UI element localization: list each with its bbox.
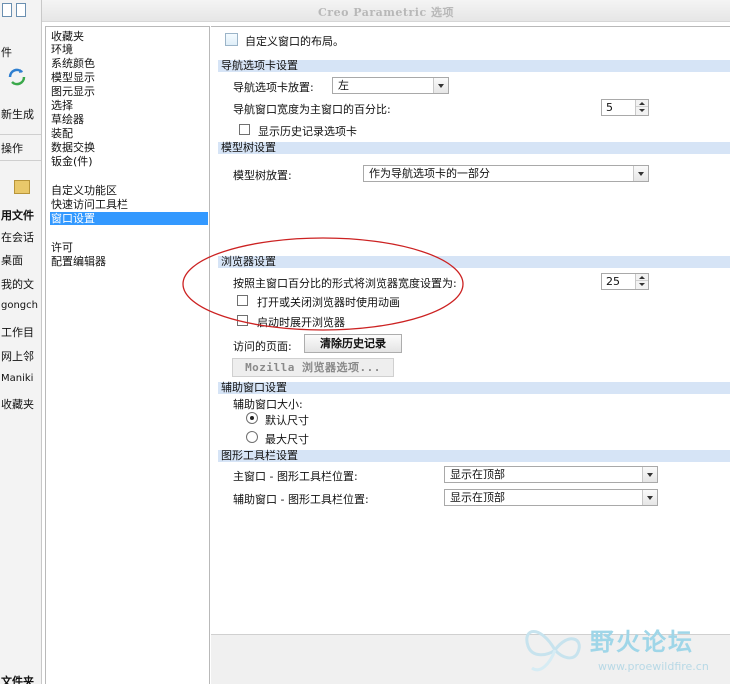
folder-item[interactable]: 工作目 — [1, 324, 34, 340]
regenerate-icon[interactable] — [6, 66, 28, 88]
category-item-model-display[interactable]: 模型显示 — [50, 71, 208, 84]
tree-position-label: 模型树放置: — [233, 169, 292, 182]
spin-down-icon[interactable] — [636, 107, 648, 114]
nav-position-label: 导航选项卡放置: — [233, 81, 314, 94]
dialog-titlebar: Creo Parametric 选项 — [42, 0, 730, 22]
regenerate-label[interactable]: 新生成 — [1, 106, 34, 122]
annotation-ellipse — [182, 237, 464, 331]
tree-position-select[interactable]: 作为导航选项卡的一部分 — [363, 165, 649, 182]
aux-toolbar-value: 显示在顶部 — [450, 491, 505, 504]
nav-width-label: 导航窗口宽度为主窗口的百分比: — [233, 103, 391, 116]
nav-width-spinner[interactable]: 5 — [601, 99, 649, 116]
chevron-down-icon[interactable] — [642, 467, 657, 482]
category-item-sheetmetal[interactable]: 钣金(件) — [50, 155, 208, 168]
chevron-down-icon[interactable] — [642, 490, 657, 505]
folder-tree-label: 文件夹 — [1, 675, 34, 684]
toolbar-section-header: 图形工具栏设置 — [218, 450, 730, 462]
main-toolbar-label: 主窗口 - 图形工具栏位置: — [233, 470, 358, 483]
category-item-window-settings[interactable]: 窗口设置 — [50, 212, 208, 225]
background-app-panel: 件 新生成 操作 用文件 在会话 桌面 我的文 gongch 工作目 网上邻 M… — [0, 0, 42, 684]
category-list: 收藏夹 环境 系统颜色 模型显示 图元显示 选择 草绘器 装配 数据交换 钣金(… — [45, 26, 210, 684]
category-item-data-exchange[interactable]: 数据交换 — [50, 141, 208, 154]
category-item-assembly[interactable]: 装配 — [50, 127, 208, 140]
mozilla-options-button[interactable]: Mozilla 浏览器选项... — [232, 358, 394, 377]
visited-pages-label: 访问的页面: — [233, 340, 292, 353]
clear-history-button[interactable]: 清除历史记录 — [304, 334, 402, 353]
nav-position-select[interactable]: 左 — [332, 77, 449, 94]
spin-up-icon[interactable] — [636, 100, 648, 107]
watermark-name: 野火论坛 — [590, 628, 694, 656]
max-size-radio[interactable] — [246, 431, 258, 443]
chevron-down-icon[interactable] — [433, 78, 448, 93]
category-item-sketcher[interactable]: 草绘器 — [50, 113, 208, 126]
category-item-system-colors[interactable]: 系统颜色 — [50, 57, 208, 70]
layout-icon — [225, 33, 238, 46]
folder-item[interactable]: 桌面 — [1, 252, 23, 268]
spin-down-icon[interactable] — [636, 281, 648, 288]
show-history-label: 显示历史记录选项卡 — [258, 125, 357, 138]
aux-section-header: 辅助窗口设置 — [218, 382, 730, 394]
document-icon — [16, 3, 26, 17]
folder-item[interactable]: Maniki — [1, 373, 33, 384]
max-size-label: 最大尺寸 — [265, 433, 309, 446]
watermark: 野火论坛 www.proewildfire.cn — [520, 616, 730, 684]
nav-position-value: 左 — [338, 79, 349, 92]
main-toolbar-value: 显示在顶部 — [450, 468, 505, 481]
aux-size-label: 辅助窗口大小: — [233, 398, 303, 411]
category-item-selection[interactable]: 选择 — [50, 99, 208, 112]
folder-item[interactable]: 在会话 — [1, 229, 34, 245]
file-menu-label[interactable]: 件 — [1, 44, 12, 60]
folder-icon[interactable] — [14, 180, 30, 194]
watermark-url: www.proewildfire.cn — [598, 660, 709, 673]
spin-up-icon[interactable] — [636, 274, 648, 281]
browser-width-spinner[interactable]: 25 — [601, 273, 649, 290]
category-item-environment[interactable]: 环境 — [50, 43, 208, 56]
main-toolbar-select[interactable]: 显示在顶部 — [444, 466, 658, 483]
folder-item[interactable]: 网上邻 — [1, 348, 34, 364]
app-icons — [2, 2, 32, 20]
aux-toolbar-label: 辅助窗口 - 图形工具栏位置: — [233, 493, 369, 506]
folder-item[interactable]: gongch — [1, 300, 38, 311]
default-size-label: 默认尺寸 — [265, 414, 309, 427]
folder-item[interactable]: 收藏夹 — [1, 396, 34, 412]
category-item-entity-display[interactable]: 图元显示 — [50, 85, 208, 98]
butterfly-logo-icon — [525, 630, 581, 672]
dialog-title: Creo Parametric 选项 — [318, 6, 454, 19]
default-size-radio[interactable] — [246, 412, 258, 424]
customize-layout-label: 自定义窗口的布局。 — [245, 35, 344, 48]
show-history-checkbox[interactable] — [239, 124, 250, 135]
nav-section-header: 导航选项卡设置 — [218, 60, 730, 72]
tree-section-header: 模型树设置 — [218, 142, 730, 154]
nav-width-value: 5 — [606, 101, 613, 114]
document-icon — [2, 3, 12, 17]
aux-toolbar-select[interactable]: 显示在顶部 — [444, 489, 658, 506]
folder-item[interactable]: 我的文 — [1, 276, 34, 292]
category-item-quick-access[interactable]: 快速访问工具栏 — [50, 198, 208, 211]
category-item-favorites[interactable]: 收藏夹 — [50, 30, 208, 43]
operations-label[interactable]: 操作 — [1, 140, 23, 156]
common-folders-label: 用文件 — [1, 209, 34, 222]
tree-position-value: 作为导航选项卡的一部分 — [369, 167, 490, 180]
browser-width-value: 25 — [606, 275, 620, 288]
chevron-down-icon[interactable] — [633, 166, 648, 181]
category-item-customize-ribbon[interactable]: 自定义功能区 — [50, 184, 208, 197]
